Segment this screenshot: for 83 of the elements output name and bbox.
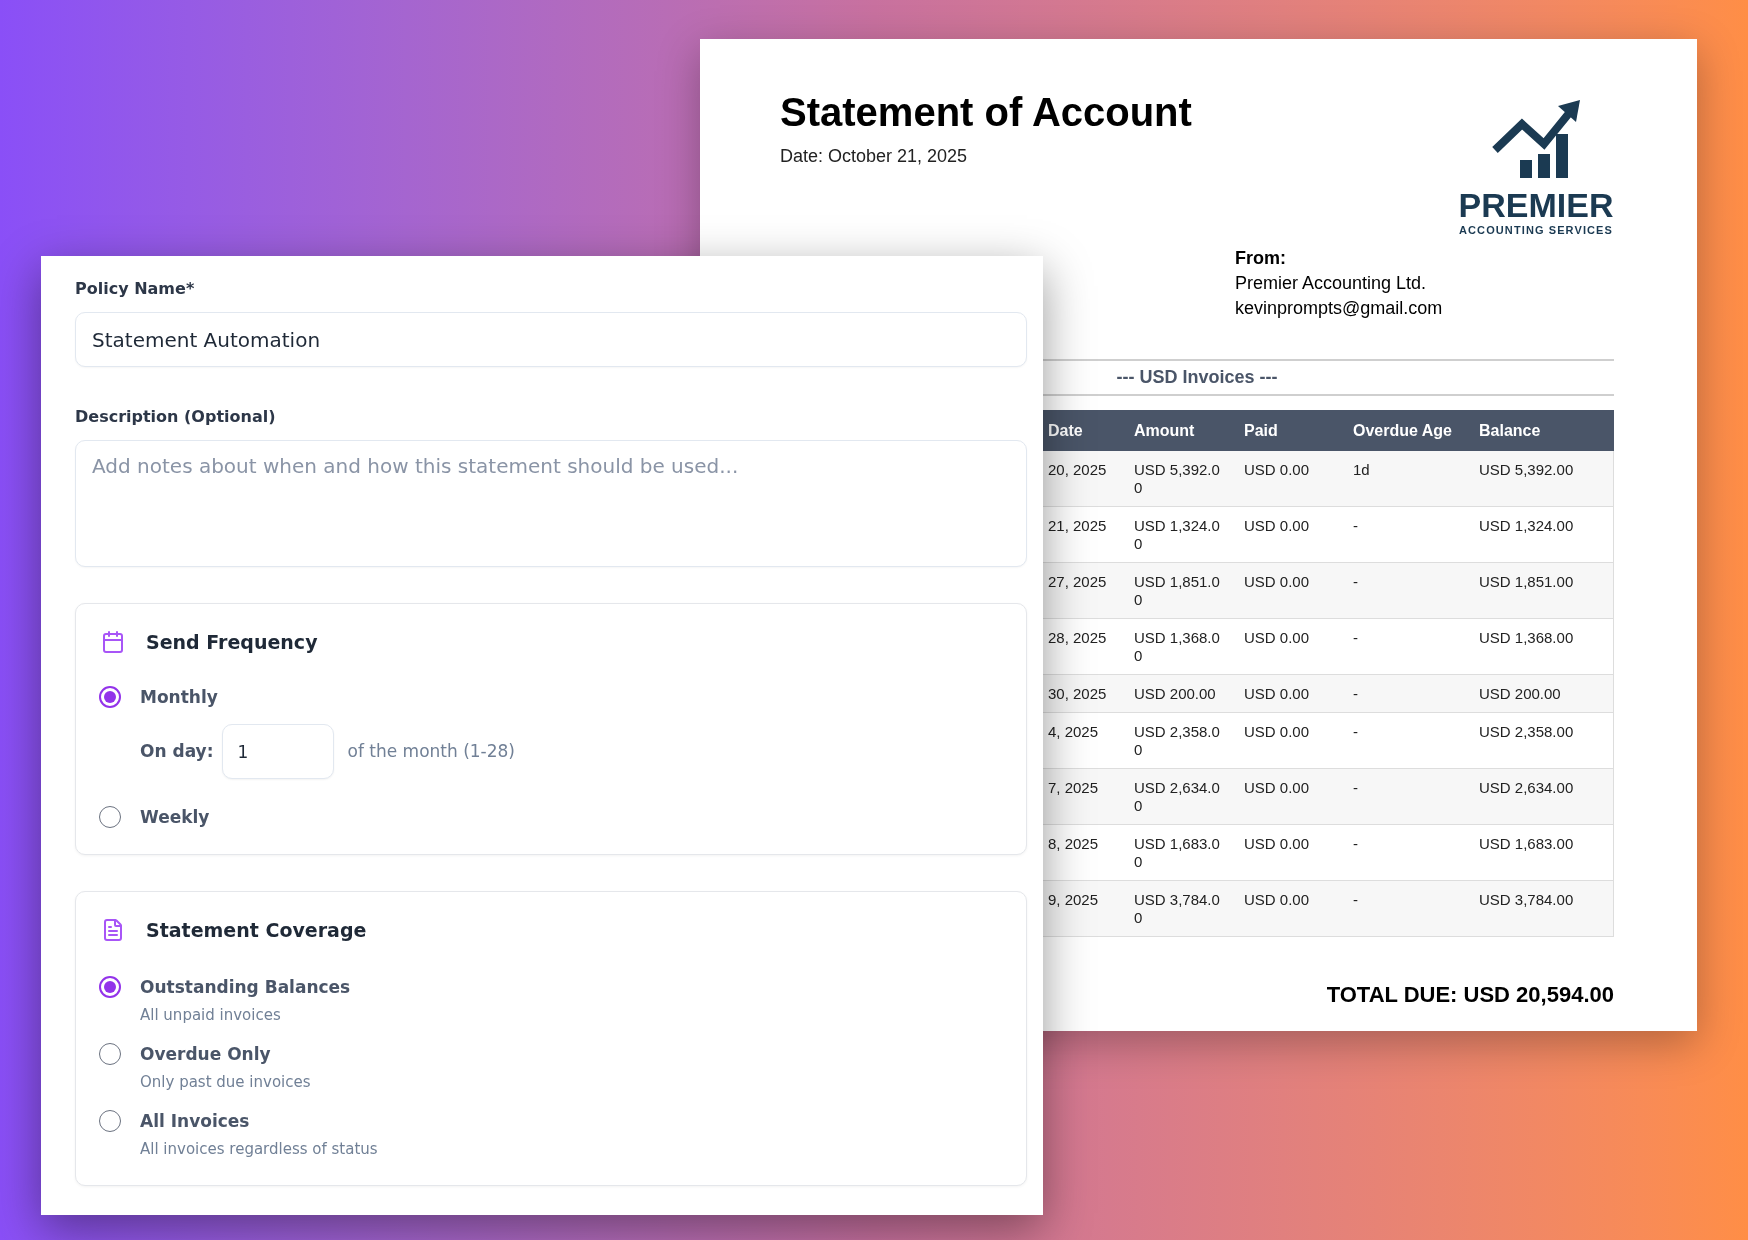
table-cell-text: 28, 2025	[1048, 629, 1108, 647]
document-icon	[101, 918, 125, 942]
table-cell-text: USD 0.00	[1244, 685, 1311, 703]
logo-name: PREMIER	[1458, 188, 1614, 222]
table-cell-text: USD 2,358.00	[1479, 723, 1575, 741]
table-cell-text: -	[1353, 629, 1359, 647]
from-line: Premier Accounting Ltd.	[1235, 272, 1428, 295]
total-due: TOTAL DUE: USD 20,594.00	[1326, 981, 1614, 1009]
from-line: kevinprompts@gmail.com	[1235, 297, 1444, 320]
table-cell-text: 20, 2025	[1048, 461, 1108, 479]
rising-chart-icon	[1492, 100, 1580, 178]
table-cell-text: USD 1,368.00	[1134, 629, 1221, 665]
table-cell-text: USD 5,392.00	[1479, 461, 1575, 479]
policy-name-input[interactable]: Statement Automation	[75, 312, 1027, 367]
document-title: Statement of Account	[780, 90, 1192, 134]
table-cell-text: -	[1353, 573, 1359, 591]
table-cell-text: 21, 2025	[1048, 517, 1108, 535]
option-label: Weekly	[140, 806, 210, 828]
column-header: Paid	[1243, 420, 1279, 441]
table-cell-text: USD 1,324.00	[1134, 517, 1221, 553]
table-cell-text: USD 3,784.00	[1134, 891, 1221, 927]
from-label: From:	[1235, 247, 1287, 270]
radio-button[interactable]	[99, 976, 121, 998]
radio-button[interactable]	[99, 1110, 121, 1132]
option-label: Overdue Only	[140, 1043, 272, 1065]
day-input[interactable]: 1	[222, 724, 335, 779]
table-cell-text: 7, 2025	[1048, 779, 1100, 797]
table-cell-text: -	[1353, 835, 1359, 853]
day-label: On day:	[140, 739, 214, 763]
table-cell-text: USD 200.00	[1479, 685, 1562, 703]
table-cell-text: USD 0.00	[1244, 723, 1311, 741]
table-cell-text: USD 0.00	[1244, 573, 1311, 591]
table-cell-text: -	[1353, 891, 1359, 909]
table-cell-text: USD 2,634.00	[1479, 779, 1575, 797]
description-textarea[interactable]: Add notes about when and how this statement should be used...	[75, 440, 1027, 567]
table-cell-text: USD 1,324.00	[1479, 517, 1575, 535]
table-cell-text: 8, 2025	[1048, 835, 1100, 853]
table-cell-text: USD 1,368.00	[1479, 629, 1575, 647]
table-cell-text: USD 0.00	[1244, 779, 1311, 797]
table-cell-text: USD 1,851.00	[1134, 573, 1221, 609]
table-cell-text: USD 5,392.00	[1134, 461, 1221, 497]
day-hint: of the month (1-28)	[347, 739, 515, 763]
field-label: Description (Optional)	[75, 407, 277, 427]
table-cell-text: 4, 2025	[1048, 723, 1100, 741]
table-cell-text: 30, 2025	[1048, 685, 1108, 703]
section-title: Send Frequency	[146, 630, 318, 654]
table-cell-text: USD 1,851.00	[1479, 573, 1575, 591]
table-cell-text: -	[1353, 779, 1359, 797]
table-cell-text: USD 2,358.00	[1134, 723, 1221, 759]
column-header: Balance	[1478, 420, 1542, 441]
table-cell-text: USD 200.00	[1134, 685, 1217, 703]
column-header: Date	[1047, 420, 1084, 441]
field-label: Policy Name*	[75, 279, 196, 299]
option-description: Only past due invoices	[140, 1072, 311, 1092]
table-cell-text: 1d	[1353, 461, 1371, 479]
calendar-icon	[101, 630, 125, 654]
option-label: Outstanding Balances	[140, 976, 351, 998]
table-cell-text: USD 2,634.00	[1134, 779, 1221, 815]
option-description: All unpaid invoices	[140, 1005, 282, 1025]
column-header: Amount	[1133, 420, 1196, 441]
table-cell-text: USD 1,683.00	[1479, 835, 1575, 853]
statement-date: Date: October 21, 2025	[780, 145, 969, 167]
table-cell-text: 27, 2025	[1048, 573, 1108, 591]
radio-button[interactable]	[99, 806, 121, 828]
radio-button[interactable]	[99, 686, 121, 708]
table-cell-text: -	[1353, 723, 1359, 741]
table-cell-text: USD 1,683.00	[1134, 835, 1221, 871]
option-label: Monthly	[140, 686, 218, 708]
table-cell-text: USD 0.00	[1244, 461, 1311, 479]
logo-tagline: ACCOUNTING SERVICES	[1459, 224, 1613, 236]
table-cell-text: -	[1353, 517, 1359, 535]
table-cell-text: USD 0.00	[1244, 629, 1311, 647]
option-description: All invoices regardless of status	[140, 1139, 378, 1159]
table-cell-text: USD 3,784.00	[1479, 891, 1575, 909]
table-cell-text: USD 0.00	[1244, 835, 1311, 853]
table-cell-text: USD 0.00	[1244, 517, 1311, 535]
column-header: Overdue Age	[1352, 420, 1453, 441]
table-cell-text: USD 0.00	[1244, 891, 1311, 909]
table-cell-text: 9, 2025	[1048, 891, 1100, 909]
section-title: Statement Coverage	[146, 918, 367, 942]
radio-button[interactable]	[99, 1043, 121, 1065]
option-label: All Invoices	[140, 1110, 251, 1132]
table-cell-text: -	[1353, 685, 1359, 703]
